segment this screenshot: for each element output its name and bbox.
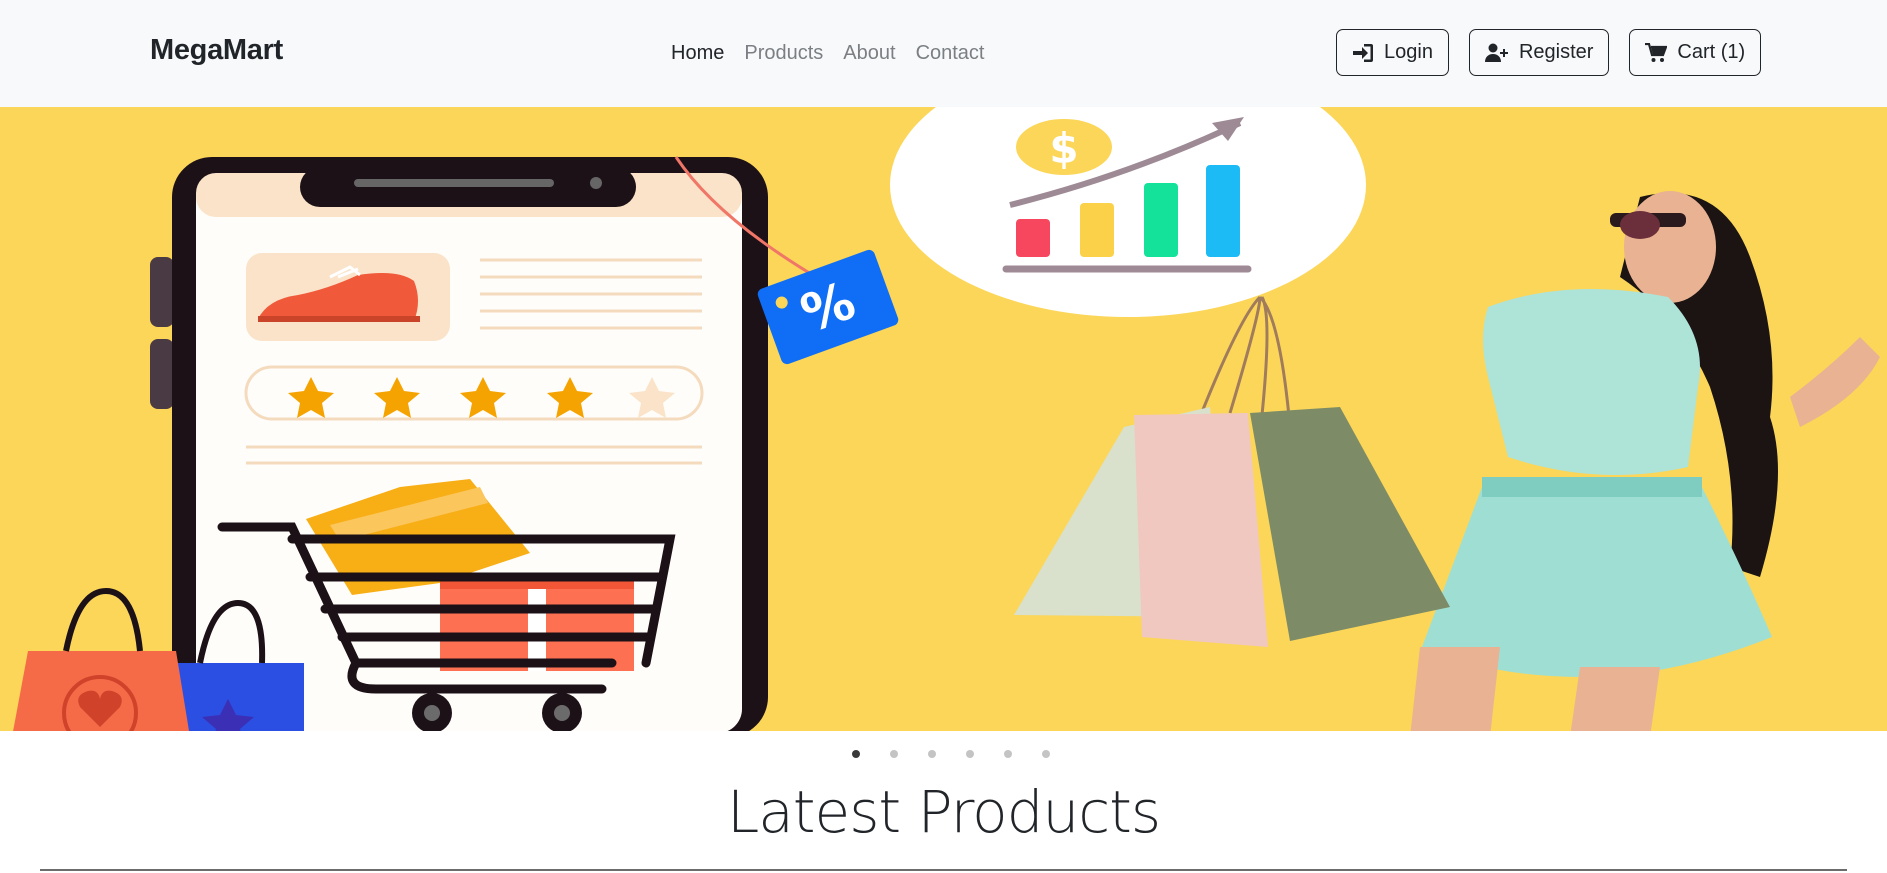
sign-in-icon: [1353, 43, 1373, 62]
user-plus-icon: [1484, 43, 1508, 62]
nav-link-products[interactable]: Products: [744, 42, 823, 65]
carousel-indicator-5[interactable]: [1004, 750, 1012, 758]
currency-symbol-text: $: [1049, 124, 1078, 173]
cart-label: Cart (1): [1677, 41, 1746, 63]
register-button[interactable]: Register: [1468, 29, 1610, 76]
nav-link-about[interactable]: About: [843, 42, 895, 65]
section-divider: [40, 869, 1847, 871]
carousel-indicator-1[interactable]: [852, 750, 860, 758]
brand-logo[interactable]: MegaMart: [150, 34, 283, 67]
carousel-indicator-6[interactable]: [1042, 750, 1050, 758]
nav-links: Home Products About Contact: [671, 42, 985, 65]
shopping-cart-icon: [1645, 42, 1668, 62]
login-button[interactable]: Login: [1336, 29, 1449, 76]
login-label: Login: [1384, 41, 1433, 63]
nav-buttons: Login Register Cart (1): [1336, 29, 1762, 76]
hero-banner-image: % $: [13, 107, 1880, 731]
carousel-indicator-3[interactable]: [928, 750, 936, 758]
nav-link-home[interactable]: Home: [671, 42, 724, 65]
carousel-indicator-4[interactable]: [966, 750, 974, 758]
carousel-indicators: [852, 750, 1050, 758]
section-title: Latest Products: [726, 778, 1161, 846]
nav-link-contact[interactable]: Contact: [916, 42, 985, 65]
hero-carousel[interactable]: % $: [0, 107, 1887, 731]
cart-button[interactable]: Cart (1): [1629, 29, 1762, 76]
navbar: MegaMart Home Products About Contact Log…: [0, 0, 1887, 107]
carousel-indicator-2[interactable]: [890, 750, 898, 758]
register-label: Register: [1518, 41, 1594, 63]
